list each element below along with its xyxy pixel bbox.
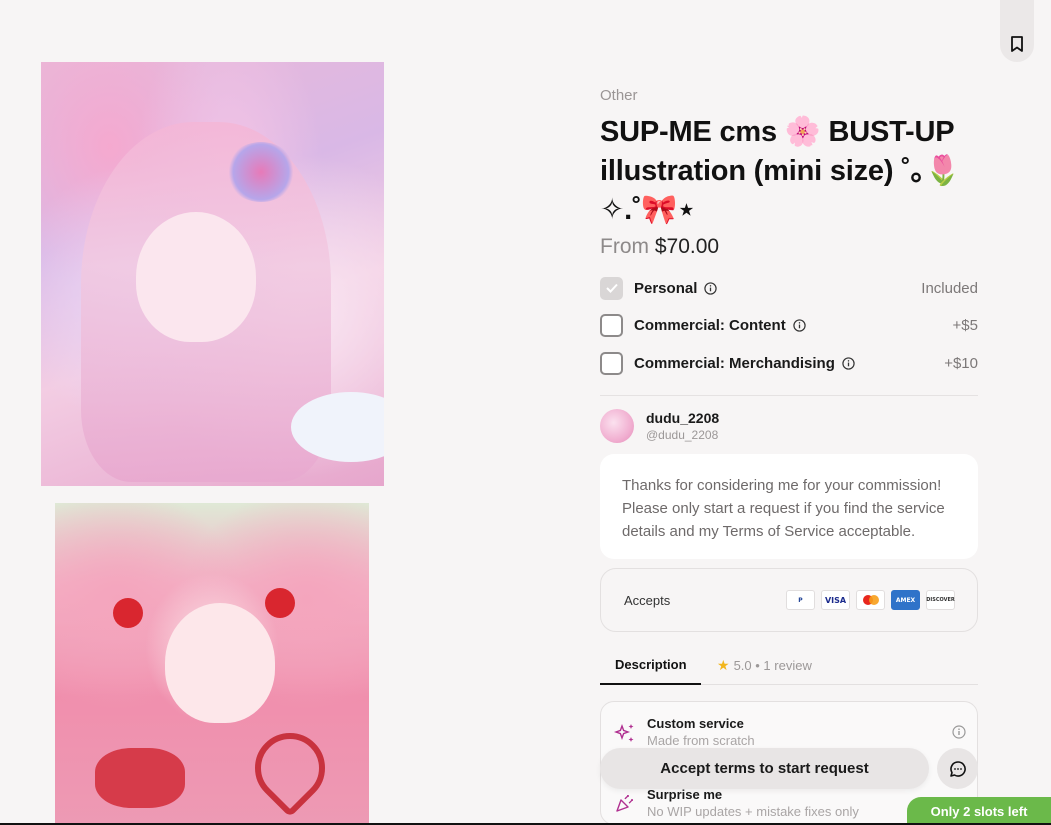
- listing-tabs: Description ★ 5.0 • 1 review: [600, 647, 978, 685]
- artist-message: Thanks for considering me for your commi…: [600, 454, 978, 559]
- service-item-surprise[interactable]: Surprise me No WIP updates + mistake fix…: [613, 787, 859, 819]
- service-title: Custom service: [647, 716, 744, 731]
- license-option-commercial-content[interactable]: Commercial: Content +$5: [600, 313, 978, 337]
- chat-button[interactable]: [937, 748, 978, 789]
- star-icon: ★: [717, 657, 730, 673]
- license-option-personal[interactable]: Personal Included: [600, 276, 978, 300]
- license-label: Commercial: Merchandising: [634, 354, 835, 372]
- party-popper-icon: [616, 794, 634, 812]
- mastercard-icon: [856, 590, 885, 610]
- visa-icon: VISA: [821, 590, 850, 610]
- license-price: +$10: [944, 354, 978, 372]
- price-value: $70.00: [654, 235, 720, 258]
- license-checkbox-commercial-content[interactable]: [600, 313, 623, 337]
- accepted-payments: Accepts P VISA AMEX DISCOVER: [600, 568, 978, 632]
- artwork-image-2[interactable]: [55, 503, 369, 825]
- sparkles-icon: [613, 723, 634, 742]
- accepts-label: Accepts: [624, 592, 671, 608]
- paypal-icon: P: [786, 590, 815, 610]
- license-price: Included: [921, 279, 978, 297]
- listing-title: SUP-ME cms 🌸 BUST-UP illustration (mini …: [600, 116, 961, 226]
- service-subtitle: No WIP updates + mistake fixes only: [647, 804, 859, 819]
- artist-name[interactable]: dudu_2208: [646, 410, 719, 426]
- review-count: • 1 review: [755, 658, 812, 673]
- price-prefix: From: [600, 235, 649, 258]
- bookmark-icon: [1011, 36, 1023, 52]
- tab-reviews[interactable]: ★ 5.0 • 1 review: [717, 657, 812, 674]
- service-title: Surprise me: [647, 787, 723, 802]
- slots-remaining-badge: Only 2 slots left: [907, 797, 1051, 825]
- listing-category: Other: [600, 87, 638, 104]
- discover-icon: DISCOVER: [926, 590, 955, 610]
- divider: [600, 395, 978, 396]
- license-checkbox-commercial-merchandising[interactable]: [600, 351, 623, 375]
- license-label: Personal: [634, 279, 698, 297]
- check-icon: [605, 283, 618, 293]
- license-checkbox-personal[interactable]: [600, 276, 623, 300]
- amex-icon: AMEX: [891, 590, 920, 610]
- license-price: +$5: [952, 316, 978, 334]
- artwork-image-1[interactable]: [41, 62, 384, 486]
- listing-price: From $70.00: [600, 235, 719, 259]
- artist-profile[interactable]: dudu_2208 @dudu_2208: [600, 409, 719, 443]
- start-request-button[interactable]: Accept terms to start request: [600, 748, 929, 789]
- info-icon[interactable]: [842, 356, 855, 370]
- service-item-custom[interactable]: Custom service Made from scratch: [613, 716, 755, 748]
- info-icon[interactable]: [704, 281, 718, 295]
- bookmark-button[interactable]: [1000, 0, 1034, 62]
- license-label: Commercial: Content: [634, 316, 786, 334]
- artist-handle: @dudu_2208: [646, 428, 719, 442]
- rating-value: 5.0: [733, 658, 752, 673]
- chat-bubble-icon: [949, 760, 966, 777]
- service-subtitle: Made from scratch: [647, 733, 755, 748]
- info-icon[interactable]: [793, 318, 806, 332]
- tab-description[interactable]: Description: [600, 647, 701, 685]
- info-icon[interactable]: [952, 725, 966, 739]
- avatar[interactable]: [600, 409, 634, 443]
- license-option-commercial-merchandising[interactable]: Commercial: Merchandising +$10: [600, 351, 978, 375]
